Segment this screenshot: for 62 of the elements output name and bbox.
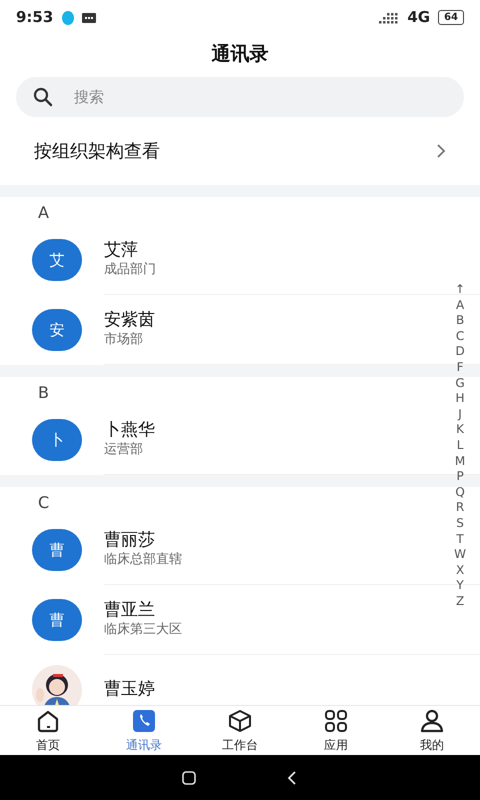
contact-avatar: 安: [32, 309, 82, 351]
contact-avatar: 艾: [32, 239, 82, 281]
org-structure-row[interactable]: 按组织架构查看: [0, 117, 480, 185]
index-letter[interactable]: ↑: [455, 282, 466, 298]
search-icon: [32, 86, 54, 108]
tab-item[interactable]: 通讯录: [96, 706, 192, 755]
index-letter[interactable]: P: [456, 469, 464, 485]
index-letter[interactable]: H: [456, 391, 465, 407]
chevron-right-icon: [436, 143, 446, 159]
index-letter[interactable]: B: [456, 313, 464, 329]
contact-department: 市场部: [104, 331, 143, 350]
box-icon: [227, 708, 253, 734]
index-letter[interactable]: D: [455, 344, 465, 360]
tab-item[interactable]: 首页: [0, 706, 96, 755]
search-field[interactable]: 搜索: [16, 77, 464, 117]
tab-item[interactable]: 我的: [384, 706, 480, 755]
index-letter[interactable]: S: [456, 516, 464, 532]
index-letter[interactable]: Z: [456, 594, 464, 610]
apps-icon: [323, 708, 349, 734]
org-structure-label: 按组织架构查看: [34, 140, 161, 164]
index-letter[interactable]: L: [456, 438, 464, 454]
index-letter[interactable]: F: [456, 360, 464, 376]
index-letter[interactable]: G: [455, 376, 465, 392]
contact-name: 曹丽莎: [104, 529, 155, 552]
tab-item[interactable]: 工作台: [192, 706, 288, 755]
message-icon: [81, 10, 98, 24]
contact-name: 曹亚兰: [104, 599, 155, 622]
index-letter[interactable]: Y: [456, 578, 464, 594]
person-icon: [419, 708, 445, 734]
contact-name: 卜燕华: [104, 419, 155, 442]
contact-avatar: 曹: [32, 599, 82, 641]
index-letter[interactable]: C: [456, 328, 464, 344]
index-letter[interactable]: W: [454, 547, 466, 563]
index-letter[interactable]: R: [456, 500, 464, 516]
home-button-icon[interactable]: [182, 770, 196, 784]
section-letter: B: [38, 383, 49, 402]
back-icon[interactable]: [286, 770, 298, 786]
contact-avatar: 曹: [32, 529, 82, 571]
signal-icon: [379, 10, 400, 24]
contact-name: 艾萍: [104, 239, 138, 262]
index-letter[interactable]: K: [456, 422, 464, 438]
status-time: 9:53: [16, 7, 54, 28]
page-title: 通讯录: [212, 42, 268, 67]
battery-indicator: 64: [438, 10, 464, 25]
index-letter[interactable]: M: [454, 454, 466, 470]
phone-icon: [131, 708, 157, 734]
contact-name: 曹玉婷: [104, 678, 155, 701]
network-type: 4G: [407, 7, 430, 28]
contact-department: 临床总部直辖: [104, 551, 182, 570]
index-letter[interactable]: X: [456, 562, 464, 578]
index-letter[interactable]: A: [456, 298, 464, 314]
contact-department: 成品部门: [104, 261, 156, 280]
section-letter: A: [38, 203, 49, 222]
contact-name: 安紫茵: [104, 309, 155, 332]
index-letter[interactable]: Q: [455, 484, 465, 500]
contact-department: 临床第三大区: [104, 621, 182, 640]
section-letter: C: [38, 493, 50, 512]
index-letter[interactable]: J: [458, 406, 462, 422]
tab-item[interactable]: 应用: [288, 706, 384, 755]
contact-department: 运营部: [104, 441, 143, 460]
index-letter[interactable]: T: [456, 532, 464, 548]
contact-avatar: 卜: [32, 419, 82, 461]
